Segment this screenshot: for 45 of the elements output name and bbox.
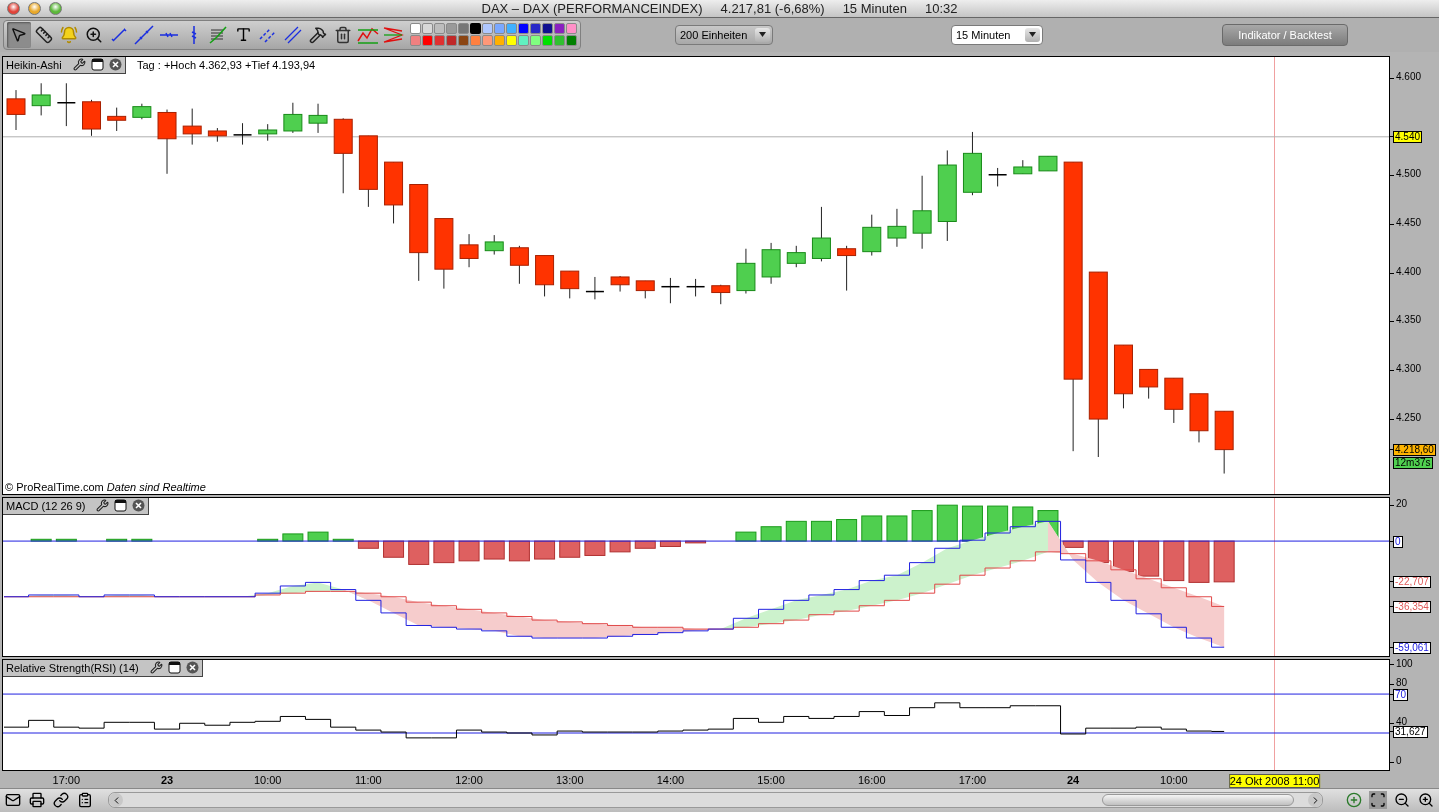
source-note: © ProRealTime.com Daten sind Realtime xyxy=(5,480,206,493)
window-title: DAX – DAX (PERFORMANCEINDEX) xyxy=(481,0,703,16)
value-label: 0 xyxy=(1393,535,1403,548)
value-label: -36,354 xyxy=(1393,601,1431,614)
pane-title: MACD (12 26 9) xyxy=(6,499,86,512)
axis-label: 4.250 xyxy=(1396,412,1422,423)
day-range-text: Tag : +Hoch 4.362,93 +Tief 4.193,94 xyxy=(137,58,316,71)
price-change: 4.217,81 (-6,68%) xyxy=(720,0,825,16)
axis-label: 4.500 xyxy=(1396,169,1422,180)
value-label: 70 xyxy=(1393,688,1409,701)
time-label: 17:00 xyxy=(52,773,81,786)
value-label: -59,061 xyxy=(1393,641,1431,654)
pane-title: Heikin-Ashi xyxy=(6,58,62,71)
units-dropdown[interactable]: 200 Einheiten xyxy=(675,24,773,45)
value-label: 4.218,60 xyxy=(1393,444,1436,457)
time-label: 13:00 xyxy=(555,773,584,786)
axis-label: 4.600 xyxy=(1396,72,1422,83)
time-label: 17:00 xyxy=(958,773,987,786)
interval-dropdown[interactable]: 15 Minuten xyxy=(951,24,1043,45)
value-label: -22,707 xyxy=(1393,576,1431,589)
interval-text: 15 Minuten xyxy=(842,0,907,16)
axis-label: 100 xyxy=(1396,658,1413,669)
time-label: 24 xyxy=(1067,773,1080,786)
axis-label: 4.350 xyxy=(1396,315,1422,326)
time-label: 11:00 xyxy=(355,773,382,786)
time-label: 16:00 xyxy=(858,773,886,786)
time-label: 10:00 xyxy=(253,773,282,786)
time-label: 15:00 xyxy=(757,773,785,786)
axis-label: 0 xyxy=(1396,755,1402,766)
axis-label: 4.400 xyxy=(1396,266,1422,277)
axis-label: 4.300 xyxy=(1396,364,1422,374)
value-label: 31,627 xyxy=(1393,726,1428,739)
axis-label: 20 xyxy=(1396,498,1408,509)
time-label: 23 xyxy=(160,773,174,786)
axis-label: 40 xyxy=(1396,716,1408,727)
countdown-label: 12m37s xyxy=(1393,457,1433,470)
axis-label: 4.450 xyxy=(1396,218,1422,228)
pane-title: Relative Strength(RSI) (14) xyxy=(6,661,139,674)
time-label: 14:00 xyxy=(656,773,685,786)
value-label: 4.540 xyxy=(1393,131,1423,144)
cursor-date-label: 24 Okt 2008 11:00 xyxy=(1228,773,1321,788)
time-label: 10:00 xyxy=(1160,773,1188,786)
clock-text: 10:32 xyxy=(924,0,958,16)
time-label: 12:00 xyxy=(455,773,483,786)
axis-label: 80 xyxy=(1396,677,1408,688)
